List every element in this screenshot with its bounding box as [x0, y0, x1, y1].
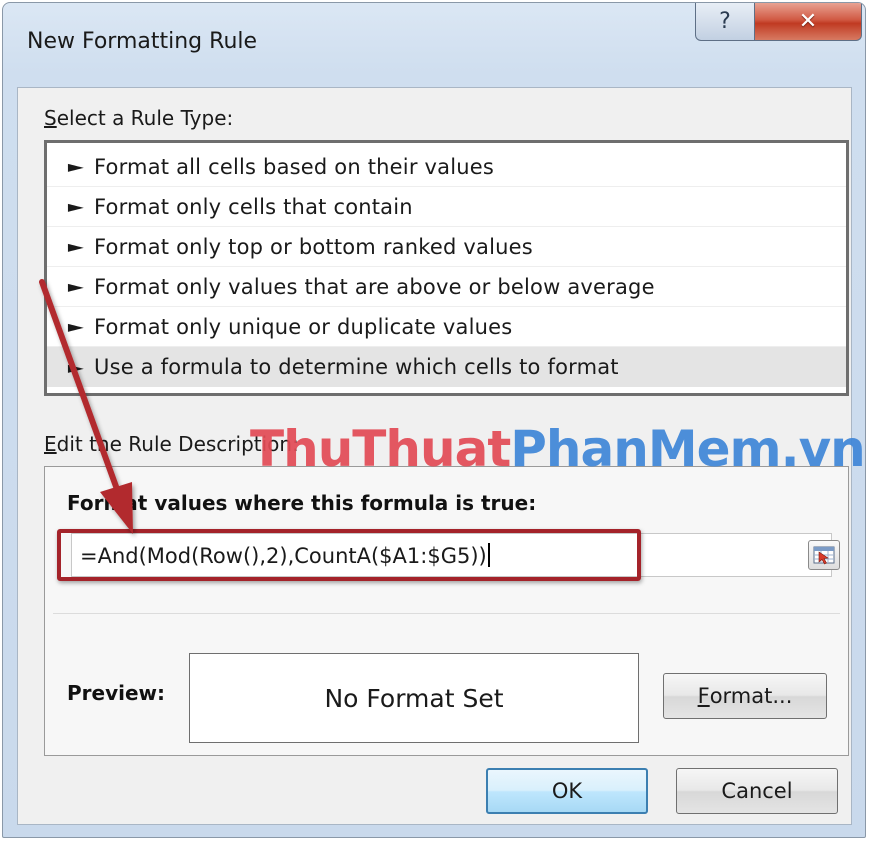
dialog-body: Select a Rule Type: ► Format all cells b…	[17, 87, 852, 825]
rule-description-panel: Format values where this formula is true…	[44, 466, 849, 756]
bullet-arrow-icon: ►	[67, 277, 85, 296]
rule-type-label: Format only top or bottom ranked values	[94, 234, 533, 259]
rule-type-item[interactable]: ► Format only unique or duplicate values	[47, 307, 846, 347]
format-button[interactable]: Format...	[663, 673, 827, 719]
bullet-arrow-icon: ►	[67, 237, 85, 256]
close-icon: ✕	[798, 9, 818, 34]
close-button[interactable]: ✕	[754, 3, 862, 41]
bullet-arrow-icon: ►	[67, 197, 85, 216]
bullet-arrow-icon: ►	[67, 357, 85, 377]
collapse-dialog-button[interactable]	[808, 540, 840, 570]
preview-box: No Format Set	[189, 653, 639, 743]
help-icon: ?	[719, 9, 731, 34]
rule-type-heading: Select a Rule Type:	[44, 106, 234, 130]
preview-text: No Format Set	[324, 683, 504, 713]
rule-type-label: Format only unique or duplicate values	[94, 314, 513, 339]
formula-highlight-frame	[57, 529, 641, 581]
dialog-title: New Formatting Rule	[27, 29, 258, 54]
rule-type-label: Format only cells that contain	[94, 194, 413, 219]
rule-type-item[interactable]: ► Format all cells based on their values	[47, 147, 846, 187]
preview-label: Preview:	[67, 681, 166, 705]
range-selector-icon	[813, 546, 835, 565]
ok-button[interactable]: OK	[486, 768, 648, 814]
rule-type-list[interactable]: ► Format all cells based on their values…	[44, 140, 849, 396]
rule-type-item[interactable]: ► Format only top or bottom ranked value…	[47, 227, 846, 267]
bullet-arrow-icon: ►	[67, 317, 85, 336]
rule-type-label: Format all cells based on their values	[94, 154, 495, 179]
rule-description-heading: Edit the Rule Description:	[44, 432, 299, 456]
formula-caption: Format values where this formula is true…	[67, 491, 537, 515]
help-button[interactable]: ?	[695, 3, 755, 41]
title-bar: New Formatting Rule ? ✕	[3, 3, 865, 87]
new-formatting-rule-dialog: New Formatting Rule ? ✕ Select a Rule Ty…	[2, 2, 866, 838]
bullet-arrow-icon: ►	[67, 157, 85, 176]
rule-type-item[interactable]: ► Format only values that are above or b…	[47, 267, 846, 307]
rule-type-item-selected[interactable]: ► Use a formula to determine which cells…	[47, 347, 846, 387]
divider	[53, 613, 840, 614]
rule-type-item[interactable]: ► Format only cells that contain	[47, 187, 846, 227]
cancel-button[interactable]: Cancel	[676, 768, 838, 814]
rule-type-label: Use a formula to determine which cells t…	[94, 355, 619, 379]
rule-type-label: Format only values that are above or bel…	[94, 274, 655, 299]
